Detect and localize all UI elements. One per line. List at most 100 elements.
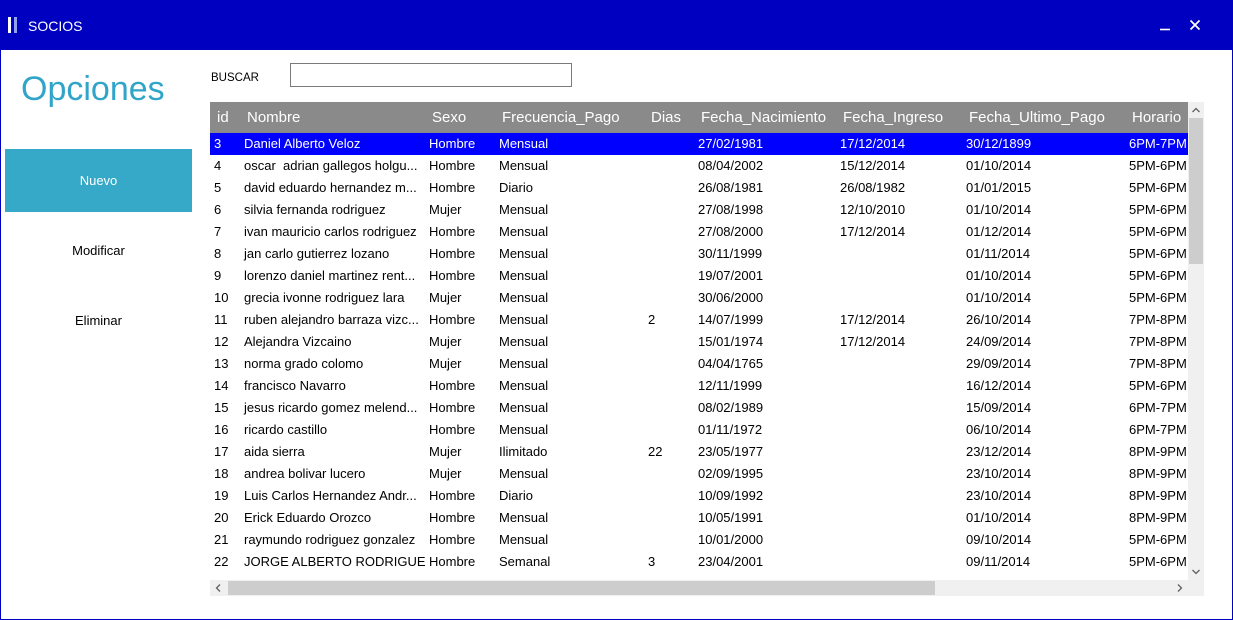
table-cell-fecha-nacimiento[interactable]: 26/08/1981 bbox=[694, 177, 836, 199]
table-cell-fecha-ingreso[interactable] bbox=[836, 441, 962, 463]
table-cell-fecha-nacimiento[interactable]: 27/02/1981 bbox=[694, 133, 836, 155]
table-cell-horario[interactable]: 7PM-8PM bbox=[1125, 353, 1188, 375]
table-cell-frecuencia-pago[interactable]: Mensual bbox=[495, 155, 644, 177]
table-cell-horario[interactable]: 7PM-8PM bbox=[1125, 331, 1188, 353]
table-cell-id[interactable]: 14 bbox=[210, 375, 240, 397]
table-cell-fecha-ultimo-pago[interactable]: 01/11/2014 bbox=[962, 243, 1125, 265]
table-cell-fecha-ultimo-pago[interactable]: 01/10/2014 bbox=[962, 199, 1125, 221]
column-header-nombre[interactable]: Nombre bbox=[240, 102, 425, 133]
table-cell-fecha-ingreso[interactable] bbox=[836, 353, 962, 375]
column-header-fecha-ultimo-pago[interactable]: Fecha_Ultimo_Pago bbox=[962, 102, 1125, 133]
table-cell-dias[interactable] bbox=[644, 133, 694, 155]
table-cell-fecha-ultimo-pago[interactable]: 01/10/2014 bbox=[962, 287, 1125, 309]
table-cell-horario[interactable]: 5PM-6PM bbox=[1125, 199, 1188, 221]
table-row[interactable]: 16 ricardo castillo Hombre Mensual 01/11/197… bbox=[210, 419, 1188, 441]
table-row[interactable]: 3 Daniel Alberto Veloz Hombre Mensual 27/02/… bbox=[210, 133, 1188, 155]
table-cell-dias[interactable] bbox=[644, 507, 694, 529]
table-cell-nombre[interactable]: ivan mauricio carlos rodriguez bbox=[240, 221, 425, 243]
table-cell-nombre[interactable]: Alejandra Vizcaino bbox=[240, 331, 425, 353]
modify-button[interactable]: Modificar bbox=[5, 219, 192, 282]
table-cell-dias[interactable] bbox=[644, 353, 694, 375]
table-cell-horario[interactable]: 5PM-6PM bbox=[1125, 529, 1188, 551]
table-cell-nombre[interactable]: ricardo castillo bbox=[240, 419, 425, 441]
table-row[interactable]: 11 ruben alejandro barraza vizc... Hombre M… bbox=[210, 309, 1188, 331]
table-cell-sexo[interactable]: Hombre bbox=[425, 507, 495, 529]
table-cell-id[interactable]: 6 bbox=[210, 199, 240, 221]
title-bar[interactable]: SOCIOS bbox=[0, 0, 1233, 50]
table-cell-dias[interactable] bbox=[644, 221, 694, 243]
table-cell-horario[interactable]: 6PM-7PM bbox=[1125, 133, 1188, 155]
table-cell-fecha-nacimiento[interactable]: 19/07/2001 bbox=[694, 265, 836, 287]
table-cell-fecha-ingreso[interactable]: 26/08/1982 bbox=[836, 177, 962, 199]
table-cell-fecha-ingreso[interactable]: 15/12/2014 bbox=[836, 155, 962, 177]
table-cell-sexo[interactable]: Hombre bbox=[425, 419, 495, 441]
table-cell-nombre[interactable]: silvia fernanda rodriguez bbox=[240, 199, 425, 221]
new-button[interactable]: Nuevo bbox=[5, 149, 192, 212]
table-cell-sexo[interactable]: Hombre bbox=[425, 397, 495, 419]
table-cell-dias[interactable] bbox=[644, 463, 694, 485]
table-cell-fecha-nacimiento[interactable]: 23/04/2001 bbox=[694, 551, 836, 573]
table-cell-sexo[interactable]: Mujer bbox=[425, 331, 495, 353]
column-header-sexo[interactable]: Sexo bbox=[425, 102, 495, 133]
table-cell-fecha-ingreso[interactable]: 17/12/2014 bbox=[836, 331, 962, 353]
table-cell-sexo[interactable]: Hombre bbox=[425, 177, 495, 199]
horizontal-scrollbar[interactable] bbox=[210, 580, 1188, 596]
table-cell-horario[interactable]: 5PM-6PM bbox=[1125, 551, 1188, 573]
table-cell-frecuencia-pago[interactable]: Mensual bbox=[495, 529, 644, 551]
table-cell-fecha-ultimo-pago[interactable]: 01/10/2014 bbox=[962, 155, 1125, 177]
table-cell-fecha-nacimiento[interactable]: 27/08/1998 bbox=[694, 199, 836, 221]
table-cell-sexo[interactable]: Mujer bbox=[425, 287, 495, 309]
table-cell-id[interactable]: 22 bbox=[210, 551, 240, 573]
table-cell-id[interactable]: 3 bbox=[210, 133, 240, 155]
table-cell-frecuencia-pago[interactable]: Mensual bbox=[495, 507, 644, 529]
table-cell-fecha-ingreso[interactable] bbox=[836, 463, 962, 485]
table-cell-nombre[interactable]: grecia ivonne rodriguez lara bbox=[240, 287, 425, 309]
table-cell-fecha-nacimiento[interactable]: 23/05/1977 bbox=[694, 441, 836, 463]
table-row[interactable]: 17 aida sierra Mujer Ilimitado 22 23/05/1977 2… bbox=[210, 441, 1188, 463]
table-cell-horario[interactable]: 8PM-9PM bbox=[1125, 441, 1188, 463]
table-cell-id[interactable]: 10 bbox=[210, 287, 240, 309]
table-cell-id[interactable]: 17 bbox=[210, 441, 240, 463]
table-cell-nombre[interactable]: oscar adrian gallegos holgu... bbox=[240, 155, 425, 177]
table-cell-frecuencia-pago[interactable]: Mensual bbox=[495, 353, 644, 375]
column-header-id[interactable]: id bbox=[210, 102, 240, 133]
table-cell-sexo[interactable]: Hombre bbox=[425, 551, 495, 573]
table-cell-id[interactable]: 11 bbox=[210, 309, 240, 331]
table-cell-fecha-ingreso[interactable] bbox=[836, 265, 962, 287]
table-cell-fecha-ingreso[interactable] bbox=[836, 287, 962, 309]
scroll-up-button[interactable] bbox=[1188, 102, 1204, 118]
table-cell-id[interactable]: 7 bbox=[210, 221, 240, 243]
table-cell-fecha-ultimo-pago[interactable]: 23/10/2014 bbox=[962, 485, 1125, 507]
table-cell-horario[interactable]: 8PM-9PM bbox=[1125, 463, 1188, 485]
table-cell-nombre[interactable]: Luis Carlos Hernandez Andr... bbox=[240, 485, 425, 507]
table-cell-frecuencia-pago[interactable]: Mensual bbox=[495, 397, 644, 419]
table-cell-fecha-nacimiento[interactable]: 01/11/1972 bbox=[694, 419, 836, 441]
table-row[interactable]: 13 norma grado colomo Mujer Mensual 04/04/17… bbox=[210, 353, 1188, 375]
table-row[interactable]: 10 grecia ivonne rodriguez lara Mujer Mensu… bbox=[210, 287, 1188, 309]
column-header-fecha-ingreso[interactable]: Fecha_Ingreso bbox=[836, 102, 962, 133]
table-cell-fecha-nacimiento[interactable]: 30/06/2000 bbox=[694, 287, 836, 309]
table-cell-id[interactable]: 8 bbox=[210, 243, 240, 265]
table-cell-sexo[interactable]: Hombre bbox=[425, 155, 495, 177]
table-cell-fecha-ultimo-pago[interactable]: 29/09/2014 bbox=[962, 353, 1125, 375]
table-cell-id[interactable]: 13 bbox=[210, 353, 240, 375]
table-cell-horario[interactable]: 5PM-6PM bbox=[1125, 287, 1188, 309]
table-cell-fecha-nacimiento[interactable]: 15/01/1974 bbox=[694, 331, 836, 353]
table-cell-nombre[interactable]: Erick Eduardo Orozco bbox=[240, 507, 425, 529]
table-cell-dias[interactable] bbox=[644, 265, 694, 287]
scroll-down-button[interactable] bbox=[1188, 564, 1204, 580]
table-cell-frecuencia-pago[interactable]: Semanal bbox=[495, 551, 644, 573]
table-cell-fecha-ultimo-pago[interactable]: 24/09/2014 bbox=[962, 331, 1125, 353]
scroll-right-button[interactable] bbox=[1172, 580, 1188, 596]
table-cell-fecha-nacimiento[interactable]: 04/04/1765 bbox=[694, 353, 836, 375]
table-cell-horario[interactable]: 5PM-6PM bbox=[1125, 265, 1188, 287]
table-row[interactable]: 14 francisco Navarro Hombre Mensual 12/11/19… bbox=[210, 375, 1188, 397]
table-row[interactable]: 5 david eduardo hernandez m... Hombre Diari… bbox=[210, 177, 1188, 199]
table-cell-frecuencia-pago[interactable]: Mensual bbox=[495, 243, 644, 265]
table-cell-fecha-nacimiento[interactable]: 08/04/2002 bbox=[694, 155, 836, 177]
table-cell-sexo[interactable]: Hombre bbox=[425, 309, 495, 331]
table-cell-horario[interactable]: 5PM-6PM bbox=[1125, 155, 1188, 177]
column-header-fecha-nacimiento[interactable]: Fecha_Nacimiento bbox=[694, 102, 836, 133]
table-cell-id[interactable]: 18 bbox=[210, 463, 240, 485]
scroll-left-button[interactable] bbox=[210, 580, 226, 596]
